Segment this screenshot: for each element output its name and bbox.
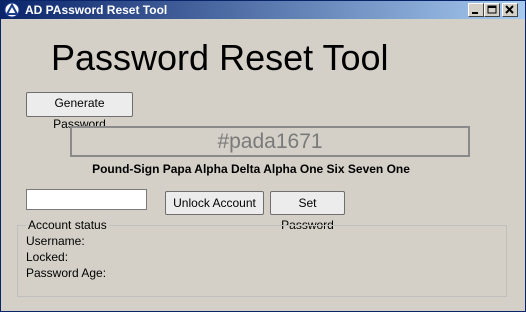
page-title: Password Reset Tool xyxy=(51,37,389,78)
phonetic-spelling: Pound-Sign Papa Alpha Delta Alpha One Si… xyxy=(92,162,410,176)
generated-password-value: #pada1671 xyxy=(217,130,323,153)
close-button[interactable] xyxy=(502,3,518,17)
account-input[interactable] xyxy=(26,189,147,210)
account-status-legend: Account status xyxy=(26,218,109,232)
minimize-button[interactable] xyxy=(468,3,484,17)
title-bar[interactable]: AD PAssword Reset Tool xyxy=(1,1,525,19)
close-icon xyxy=(505,5,514,14)
unlock-account-button[interactable]: Unlock Account xyxy=(165,191,264,215)
unlock-account-label: Unlock Account xyxy=(173,196,256,210)
set-password-button[interactable]: Set Password xyxy=(270,191,345,232)
app-window: AD PAssword Reset Tool Password Reset To… xyxy=(0,0,526,312)
locked-label: Locked: xyxy=(26,250,69,264)
generated-password-display: #pada1671 xyxy=(70,126,470,157)
app-logo-icon xyxy=(4,2,20,18)
password-age-label: Password Age: xyxy=(26,266,107,280)
maximize-icon xyxy=(487,5,497,14)
window-title: AD PAssword Reset Tool xyxy=(25,3,168,17)
generate-password-button[interactable]: Generate Password xyxy=(26,92,133,131)
minimize-icon xyxy=(472,12,478,14)
account-status-group: Account status Username: Locked: Passwor… xyxy=(17,218,507,297)
maximize-button[interactable] xyxy=(484,3,500,17)
username-label: Username: xyxy=(26,234,85,248)
